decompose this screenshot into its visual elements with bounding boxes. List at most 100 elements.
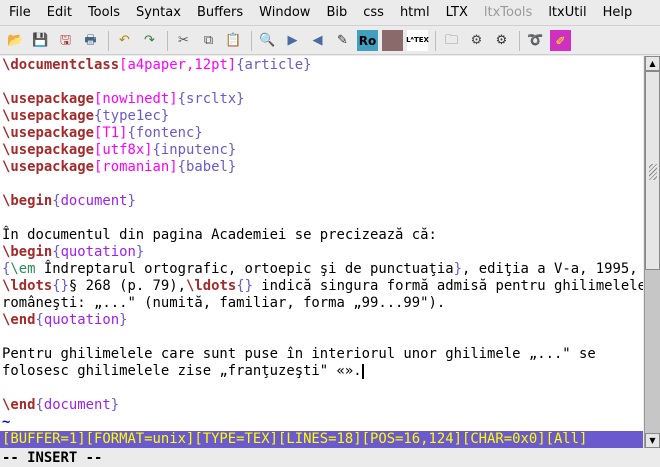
editor-line: \usepackage[romanian]{babel} <box>0 159 643 176</box>
text-editor[interactable]: \documentclass[a4paper,12pt]{article} \u… <box>0 56 643 431</box>
latex-button[interactable]: LᴬTEX <box>406 30 429 51</box>
token-text: Pentru ghilimelele care sunt puse în int… <box>2 346 596 362</box>
editor-line: ~ <box>0 414 643 431</box>
token-cmd: \end <box>2 397 36 413</box>
token-cmd: \ldots <box>2 278 53 294</box>
token-cmd: \begin <box>2 193 53 209</box>
menu-buffers[interactable]: Buffers <box>189 5 251 20</box>
token-env: document <box>60 193 128 209</box>
macro-icon: ➰ <box>527 33 544 48</box>
gear-button[interactable]: ⚙ <box>491 30 512 51</box>
token-env: quotation <box>60 244 136 260</box>
menu-css[interactable]: css <box>355 5 392 20</box>
token-cmd: \usepackage <box>2 125 94 141</box>
draw-button[interactable]: ✐ <box>550 30 571 51</box>
status-line: [BUFFER=1][FORMAT=unix][TYPE=TEX][LINES=… <box>0 431 643 448</box>
menu-bar: File Edit Tools Syntax Buffers Window Bib css ht… <box>0 0 660 26</box>
token-cmd: \usepackage <box>2 108 94 124</box>
editor-line: folosesc ghilimelele zise „franţuzeşti" … <box>0 363 643 380</box>
token-text: indică singura formă admisă pentru ghili… <box>252 278 643 294</box>
draw-icon: ✐ <box>555 33 566 48</box>
token-em: \em <box>10 261 36 277</box>
token-text: În documentul din pagina Academiei se pr… <box>2 227 437 243</box>
editor-line: \begin{document} <box>0 193 643 210</box>
find-button[interactable]: 🔍 <box>257 30 278 51</box>
token-text: româneşti: „..." (numită, familiar, form… <box>2 295 446 311</box>
gear-icon: ⚙ <box>495 33 508 48</box>
find-next-button[interactable]: ▶ <box>282 30 303 51</box>
find-next-icon: ▶ <box>287 33 298 48</box>
image-button[interactable] <box>382 30 403 51</box>
open-folder-button[interactable]: 📂 <box>5 30 26 51</box>
save-settings-icon: ⚙ <box>470 33 483 48</box>
copy-button[interactable]: ⧉ <box>198 30 219 51</box>
save-all-icon: 🖫 <box>59 33 72 48</box>
save-button[interactable]: 💾 <box>30 30 51 51</box>
menu-edit[interactable]: Edit <box>39 5 80 20</box>
find-prev-icon: ◀ <box>312 33 323 48</box>
token-cmd: \usepackage <box>2 159 94 175</box>
toolbar-separator <box>108 30 109 51</box>
token-opt: [T1] <box>94 125 128 141</box>
folder-settings-button[interactable]: 🗀 <box>441 30 462 51</box>
scroll-thumb[interactable] <box>645 71 660 270</box>
token-arg: } <box>110 397 120 413</box>
folder-settings-icon: 🗀 <box>444 33 458 48</box>
menu-tools[interactable]: Tools <box>80 5 128 20</box>
latex-icon: LᴬTEX <box>406 36 429 44</box>
toolbar: 📂 💾 🖫 🖶 ↶ ↷ ✂ ⧉ 📋 🔍 ▶ ◀ ✎ Ro LᴬTEX 🗀 ⚙ ⚙ ➰ ✐ <box>0 27 660 55</box>
menu-file[interactable]: File <box>0 5 39 20</box>
token-arg: {article} <box>236 57 312 73</box>
cut-button[interactable]: ✂ <box>173 30 194 51</box>
menu-ltx[interactable]: LTX <box>438 5 476 20</box>
find-icon: 🔍 <box>259 33 276 48</box>
token-cmd: \documentclass <box>2 57 120 73</box>
token-arg: { <box>52 244 61 260</box>
token-cmd: \usepackage <box>2 142 94 158</box>
token-opt: [utf8x] <box>94 142 153 158</box>
editor-line: \end{document} <box>0 397 643 414</box>
paste-button[interactable]: 📋 <box>223 30 244 51</box>
token-arg: {inputenc} <box>152 142 237 158</box>
token-arg: {babel} <box>177 159 237 175</box>
vertical-scrollbar[interactable]: ▲ ▼ <box>644 56 660 448</box>
token-arg: { <box>35 312 44 328</box>
token-arg: { <box>52 193 61 209</box>
print-button[interactable]: 🖶 <box>80 30 101 51</box>
token-arg: } <box>135 244 145 260</box>
editor-line: româneşti: „..." (numită, familiar, form… <box>0 295 643 312</box>
paste-icon: 📋 <box>225 33 242 48</box>
redo-button[interactable]: ↷ <box>139 30 160 51</box>
menu-window[interactable]: Window <box>251 5 318 20</box>
toolbar-separator <box>519 30 520 51</box>
menu-bib[interactable]: Bib <box>318 5 355 20</box>
find-prev-button[interactable]: ◀ <box>307 30 328 51</box>
editor-line: \end{quotation} <box>0 312 643 329</box>
menu-syntax[interactable]: Syntax <box>128 5 189 20</box>
menu-html[interactable]: html <box>392 5 438 20</box>
spellcheck-button[interactable]: ✎ <box>332 30 353 51</box>
scroll-down-button[interactable]: ▼ <box>645 433 660 448</box>
undo-button[interactable]: ↶ <box>114 30 135 51</box>
ro-button[interactable]: Ro <box>357 30 378 51</box>
menu-ltxtools[interactable]: ltxTools <box>476 5 540 20</box>
editor-line: \begin{quotation} <box>0 244 643 261</box>
save-all-button[interactable]: 🖫 <box>55 30 76 51</box>
save-settings-button[interactable]: ⚙ <box>466 30 487 51</box>
macro-button[interactable]: ➰ <box>525 30 546 51</box>
menu-help[interactable]: Help <box>595 5 641 20</box>
menu-ltxutil[interactable]: ltxUtil <box>540 5 594 20</box>
editor-line: \usepackage{type1ec} <box>0 108 643 125</box>
ro-icon: Ro <box>358 33 377 48</box>
toolbar-separator <box>435 30 436 51</box>
scroll-up-button[interactable]: ▲ <box>645 56 660 71</box>
toolbar-separator <box>251 30 252 51</box>
editor-line: \usepackage[utf8x]{inputenc} <box>0 142 643 159</box>
token-arg: { <box>35 397 44 413</box>
mode-indicator: -- INSERT -- <box>2 450 103 466</box>
token-text: Îndreptarul ortografic, ortoepic şi de p… <box>35 261 454 277</box>
